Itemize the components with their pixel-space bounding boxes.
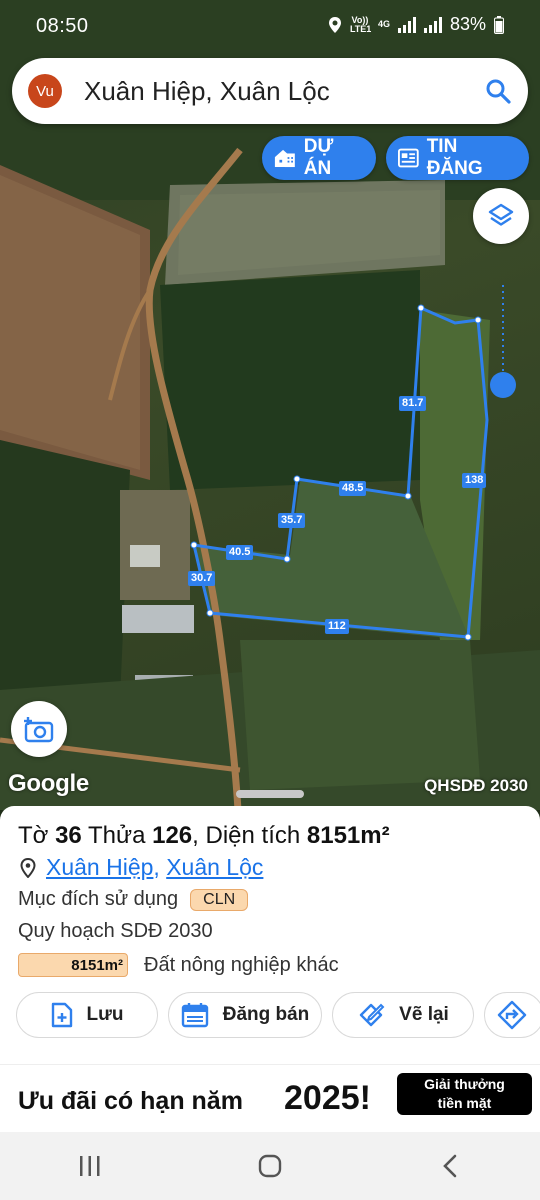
parcel-location: Xuân Hiệp, Xuân Lộc <box>20 854 263 881</box>
listings-button[interactable]: TIN ĐĂNG <box>386 136 529 180</box>
recent-apps-icon <box>80 1156 100 1176</box>
land-use-row: Mục đích sử dụng CLN <box>18 888 249 911</box>
status-bar: 08:50 Vo)) LTE1 4G 83% <box>0 0 540 54</box>
clock: 08:50 <box>36 15 89 37</box>
edge-length-label: 112 <box>325 619 349 634</box>
listings-label: TIN ĐĂNG <box>426 136 483 179</box>
layers-icon <box>488 203 514 226</box>
save-button[interactable]: Lưu <box>16 992 158 1038</box>
promo-banner[interactable]: Ưu đãi có hạn năm 2025! Giải thưởng tiền … <box>0 1064 540 1134</box>
edge-length-label: 48.5 <box>339 481 367 496</box>
layers-button[interactable] <box>473 188 529 244</box>
back-icon <box>443 1154 457 1178</box>
sheet-drag-handle[interactable] <box>236 790 304 798</box>
area-value: 8151m² <box>306 822 390 849</box>
signal-icon <box>397 16 416 33</box>
plan-area-row: 8151m² Đất nông nghiệp khác <box>18 953 339 977</box>
plan-layer-label: QHSDĐ 2030 <box>424 776 528 795</box>
avatar[interactable]: Vu <box>28 74 62 108</box>
edge-length-label: 81.7 <box>399 396 427 411</box>
promo-year: 2025! <box>284 1079 371 1117</box>
search-icon[interactable] <box>468 61 528 121</box>
projects-label: DỰ ÁN <box>303 136 334 179</box>
battery-icon <box>494 15 504 34</box>
battery-percent: 83% <box>449 14 486 34</box>
plot-number: 126 <box>152 822 193 849</box>
network-type: 4G <box>377 19 390 29</box>
directions-button[interactable] <box>484 992 540 1038</box>
promo-cta-button[interactable]: Giải thưởng tiền mặt <box>397 1073 532 1115</box>
edge-length-label: 138 <box>462 473 487 488</box>
location-status-icon <box>328 16 341 33</box>
calendar-icon <box>181 1003 208 1028</box>
commune-link[interactable]: Xuân Hiệp <box>46 854 153 880</box>
home-button[interactable] <box>240 1146 300 1186</box>
plot-prefix: Thửa <box>88 822 146 849</box>
edge-length-label: 35.7 <box>278 513 306 528</box>
area-prefix: Diện tích <box>205 822 301 849</box>
volte-indicator: Vo)) LTE1 <box>349 14 372 34</box>
edge-length-label: 40.5 <box>226 545 254 560</box>
action-bar: Lưu Đăng bán Vẽ lại <box>16 992 540 1038</box>
post-sale-label: Đăng bán <box>222 1004 310 1025</box>
search-bar[interactable]: Vu Xuân Hiệp, Xuân Lộc <box>12 58 528 124</box>
edge-length-label: 30.7 <box>188 571 216 586</box>
system-nav-bar <box>0 1132 540 1200</box>
redraw-label: Vẽ lại <box>399 1004 449 1025</box>
projects-button[interactable]: DỰ ÁN <box>262 136 376 180</box>
search-query[interactable]: Xuân Hiệp, Xuân Lộc <box>84 76 468 107</box>
newspaper-icon <box>398 148 419 168</box>
current-location-dot <box>490 372 516 398</box>
back-button[interactable] <box>420 1146 480 1186</box>
promo-text: Ưu đãi có hạn năm <box>18 1087 243 1115</box>
post-sale-button[interactable]: Đăng bán <box>168 992 322 1038</box>
plan-label: Quy hoạch SDĐ 2030 <box>18 920 213 942</box>
add-photo-icon <box>24 717 54 743</box>
redraw-button[interactable]: Vẽ lại <box>332 992 474 1038</box>
map-view[interactable]: 81.7 138 48.5 35.7 40.5 30.7 112 08:50 V… <box>0 0 540 810</box>
plan-row: Quy hoạch SDĐ 2030 <box>18 920 213 943</box>
recent-apps-button[interactable] <box>60 1146 120 1186</box>
land-use-label: Mục đích sử dụng <box>18 888 179 910</box>
plan-use-text: Đất nông nghiệp khác <box>144 953 339 976</box>
building-icon <box>274 149 295 168</box>
home-icon <box>258 1154 282 1178</box>
land-use-code-badge: CLN <box>190 888 249 911</box>
add-photo-button[interactable] <box>11 701 67 757</box>
edit-shape-icon <box>359 1003 385 1027</box>
district-link[interactable]: Xuân Lộc <box>166 854 263 880</box>
add-file-icon <box>51 1002 72 1028</box>
pin-icon <box>20 857 36 878</box>
save-label: Lưu <box>86 1004 124 1025</box>
plan-area-badge: 8151m² <box>18 953 128 977</box>
signal-icon <box>423 16 442 33</box>
directions-icon <box>497 1000 527 1030</box>
google-attribution: Google <box>8 770 89 797</box>
parcel-title: Tờ 36 Thửa 126, Diện tích 8151m² <box>18 822 390 849</box>
sheet-number: 36 <box>55 822 82 849</box>
sheet-prefix: Tờ <box>18 822 49 849</box>
